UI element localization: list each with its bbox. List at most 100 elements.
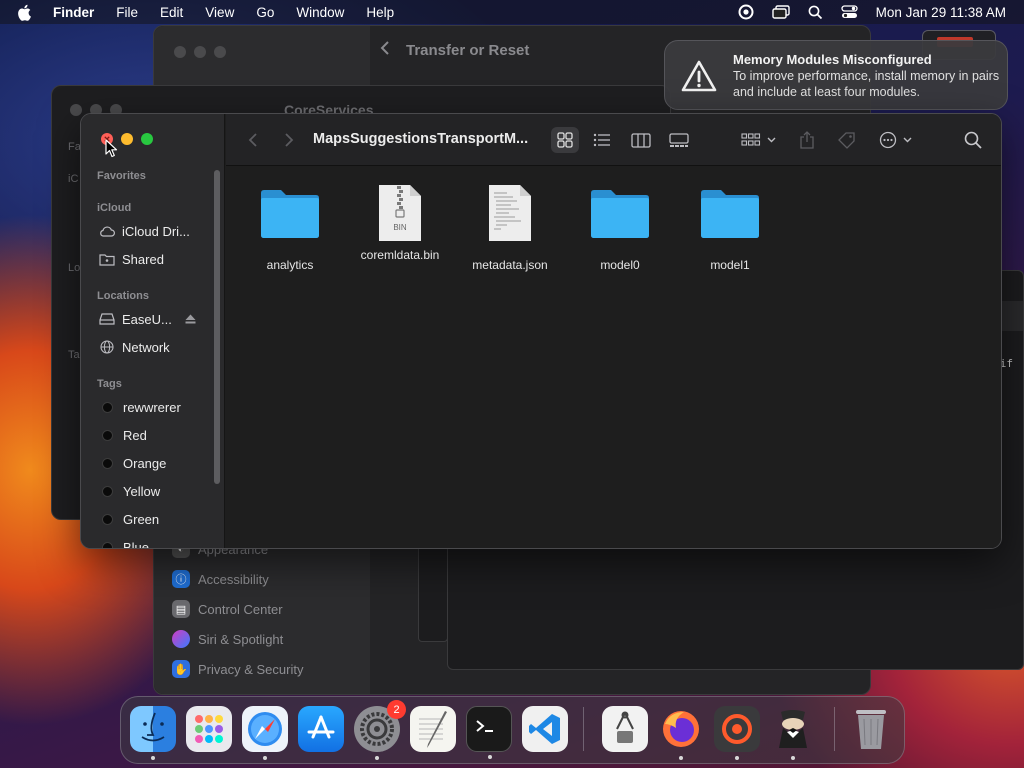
dock-terminal-icon[interactable]	[466, 706, 512, 759]
sidebar-scrollbar[interactable]	[214, 170, 220, 484]
settings-item-accessibility[interactable]: ⓘ Accessibility	[172, 570, 269, 588]
sidebar-item-shared[interactable]: Shared	[99, 248, 164, 270]
shared-folder-icon	[99, 253, 115, 266]
dock-launchpad-icon[interactable]	[186, 706, 232, 752]
menu-file[interactable]: File	[116, 5, 138, 20]
folder-icon	[258, 181, 322, 245]
dock-archive-utility-icon[interactable]	[602, 706, 648, 752]
gallery-view-button[interactable]	[669, 128, 689, 152]
cloud-icon	[99, 225, 115, 237]
settings-item-control-center[interactable]: ▤ Control Center	[172, 600, 283, 618]
sidebar-tag-green[interactable]: Green	[99, 508, 159, 530]
sidebar-heading-favorites: Favorites	[97, 170, 146, 182]
finder-window: Favorites iCloud iCloud Dri... Shared Lo…	[80, 113, 1002, 549]
sidebar-item-label: iCloud Dri...	[122, 223, 190, 239]
tag-dot-icon	[102, 513, 113, 525]
share-button[interactable]	[799, 128, 815, 152]
accessibility-icon: ⓘ	[172, 570, 190, 588]
sidebar-item-label: Shared	[122, 251, 164, 267]
finder-sidebar: Favorites iCloud iCloud Dri... Shared Lo…	[81, 114, 225, 548]
eject-icon[interactable]	[185, 312, 196, 327]
back-chevron-icon[interactable]	[380, 40, 390, 60]
settings-traffic-lights	[174, 46, 226, 58]
dock-firefox-icon[interactable]	[658, 706, 704, 760]
forward-button[interactable]	[284, 128, 294, 152]
settings-header: Transfer or Reset	[380, 40, 529, 60]
privacy-hand-icon: ✋	[172, 660, 190, 678]
finder-toolbar: MapsSuggestionsTransportM...	[226, 114, 1001, 166]
siri-icon	[172, 630, 190, 648]
tag-dot-icon	[102, 457, 113, 469]
column-view-button[interactable]	[631, 128, 651, 152]
file-item-model0[interactable]: model0	[565, 181, 675, 272]
sidebar-tag-orange[interactable]: Orange	[99, 452, 166, 474]
file-name: model1	[710, 258, 750, 272]
file-item-coremldata[interactable]: BIN coremldata.bin	[345, 181, 455, 262]
dock-bartender-icon[interactable]	[770, 706, 816, 760]
drive-icon	[99, 313, 115, 325]
sidebar-item-easeus[interactable]: EaseU...	[99, 308, 196, 330]
mouse-cursor-icon	[105, 139, 118, 158]
tag-dot-icon	[102, 401, 113, 413]
tag-dot-icon	[102, 541, 113, 548]
sidebar-tag-red[interactable]: Red	[99, 424, 147, 446]
dock-trash-icon[interactable]	[848, 706, 894, 752]
menu-edit[interactable]: Edit	[160, 5, 183, 20]
file-name: metadata.json	[472, 258, 548, 272]
settings-item-privacy[interactable]: ✋ Privacy & Security	[172, 660, 303, 678]
back-button[interactable]	[248, 128, 258, 152]
menu-view[interactable]: View	[205, 5, 234, 20]
warning-icon	[681, 60, 717, 92]
file-item-analytics[interactable]: analytics	[235, 181, 345, 272]
zip-file-icon	[368, 181, 432, 245]
icon-view-button[interactable]	[557, 128, 573, 152]
sidebar-tag-blue[interactable]: Blue	[99, 536, 149, 548]
file-item-metadata[interactable]: metadata.json	[455, 181, 565, 272]
sidebar-tag-yellow[interactable]: Yellow	[99, 480, 160, 502]
control-center-item-icon: ▤	[172, 600, 190, 618]
settings-item-siri[interactable]: Siri & Spotlight	[172, 630, 283, 648]
dock-textedit-icon[interactable]	[410, 706, 456, 752]
file-name: analytics	[266, 258, 314, 272]
dock-app-store-icon[interactable]	[298, 706, 344, 752]
file-name: model0	[600, 258, 640, 272]
json-file-icon	[478, 181, 542, 245]
list-view-button[interactable]	[593, 128, 611, 152]
apple-menu-icon[interactable]	[17, 4, 37, 21]
sidebar-tag-rewwrerer[interactable]: rewwrerer	[99, 396, 181, 418]
dock: 2	[120, 696, 905, 764]
sidebar-item-network[interactable]: Network	[99, 336, 170, 358]
dock-safari-icon[interactable]	[242, 706, 288, 760]
notification-badge: 2	[387, 700, 406, 719]
menu-clock[interactable]: Mon Jan 29 11:38 AM	[876, 5, 1006, 20]
bin-badge: BIN	[393, 223, 407, 232]
menu-go[interactable]: Go	[256, 5, 274, 20]
tag-dot-icon	[102, 429, 113, 441]
tag-button[interactable]	[837, 128, 857, 152]
sidebar-item-label: EaseU...	[122, 311, 172, 327]
zoom-button[interactable]	[141, 133, 153, 145]
dock-vscode-icon[interactable]	[522, 706, 568, 752]
dock-synology-drive-icon[interactable]	[714, 706, 760, 760]
search-button[interactable]	[964, 128, 982, 152]
status-app-icon[interactable]	[738, 4, 754, 20]
dock-system-settings-icon[interactable]: 2	[354, 700, 406, 760]
menu-help[interactable]: Help	[366, 5, 394, 20]
spotlight-search-icon[interactable]	[808, 5, 823, 20]
menu-bar: Finder File Edit View Go Window Help Mon…	[0, 0, 1024, 24]
minimize-button[interactable]	[121, 133, 133, 145]
more-actions-button[interactable]	[879, 128, 915, 152]
window-title: MapsSuggestionsTransportM...	[313, 131, 529, 147]
menu-window[interactable]: Window	[296, 5, 344, 20]
file-item-model1[interactable]: model1	[675, 181, 785, 272]
dock-finder-icon[interactable]	[130, 706, 176, 760]
settings-page-title: Transfer or Reset	[406, 41, 530, 59]
group-by-button[interactable]	[741, 128, 777, 152]
window-stack-icon[interactable]	[771, 5, 790, 19]
sidebar-heading-icloud: iCloud	[97, 202, 132, 214]
menu-app-name[interactable]: Finder	[53, 5, 94, 20]
file-name: coremldata.bin	[360, 248, 440, 262]
control-center-icon[interactable]	[841, 5, 858, 19]
sidebar-item-icloud-drive[interactable]: iCloud Dri...	[99, 220, 190, 242]
notification-banner[interactable]: Memory Modules Misconfigured To improve …	[664, 40, 1008, 110]
